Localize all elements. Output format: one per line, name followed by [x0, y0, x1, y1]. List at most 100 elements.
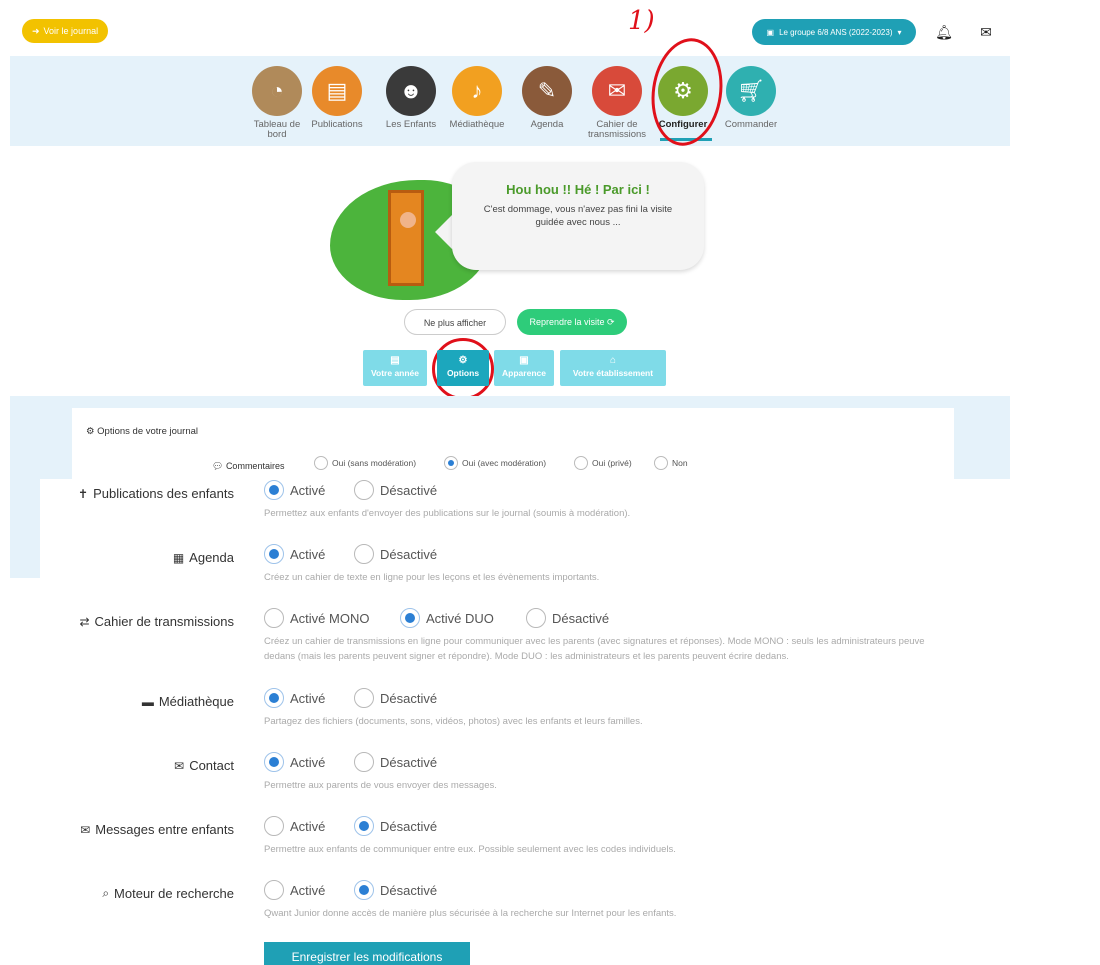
radio-circle[interactable]	[354, 544, 374, 564]
nav-item-cahier-de-transmissions[interactable]: ✉ Cahier de transmissions	[586, 66, 648, 140]
envelope-icon[interactable]: ✉	[976, 22, 996, 42]
child-illustration	[400, 212, 416, 228]
setting-option-label: Activé	[290, 882, 326, 898]
resume-tour-button[interactable]: Reprendre la visite ⟳	[517, 309, 627, 335]
setting-option[interactable]: Désactivé	[354, 480, 437, 500]
hide-tour-button[interactable]: Ne plus afficher	[404, 309, 506, 335]
nav-item-les-enfants[interactable]: ☻ Les Enfants	[380, 66, 442, 130]
setting-option[interactable]: Désactivé	[354, 544, 437, 564]
radio-circle[interactable]	[264, 752, 284, 772]
radio-circle[interactable]	[264, 880, 284, 900]
setting-option[interactable]: Désactivé	[354, 880, 437, 900]
setting-help-text: Qwant Junior donne accès de manière plus…	[264, 908, 677, 919]
setting-option[interactable]: Activé DUO	[400, 608, 494, 628]
exchange-icon: ⇄	[79, 614, 90, 629]
tab-label: Votre établissement	[572, 368, 654, 378]
tab-label: Votre année	[370, 368, 420, 378]
setting-help-text: Partagez des fichiers (documents, sons, …	[264, 716, 643, 727]
radio-circle[interactable]	[264, 544, 284, 564]
nav-item-publications[interactable]: ▤ Publications	[306, 66, 368, 130]
setting-option-label: Désactivé	[380, 818, 438, 834]
setting-help-text: Permettre aux parents de vous envoyer de…	[264, 780, 497, 791]
tab-votre-annee[interactable]: ▤ Votre année	[363, 350, 427, 386]
radio-circle[interactable]	[264, 816, 284, 836]
tab-apparence[interactable]: ▣ Apparence	[494, 350, 554, 386]
setting-label: ✉ Messages entre enfants	[80, 822, 234, 837]
briefcase-icon: ▬	[141, 694, 154, 709]
options-title: ⚙ Options de votre journal	[86, 426, 198, 437]
radio-circle[interactable]	[444, 456, 458, 470]
setting-option[interactable]: Activé	[264, 816, 325, 836]
tour-bubble: Hou hou !! Hé ! Par ici ! C'est dommage,…	[452, 162, 704, 270]
setting-option[interactable]: Activé	[264, 480, 325, 500]
setting-label-text: Contact	[189, 758, 234, 773]
search-icon: ⌕	[102, 886, 110, 900]
comments-option-label: Oui (avec modération)	[462, 458, 547, 468]
setting-help-text: Créez un cahier de texte en ligne pour l…	[264, 572, 600, 583]
radio-circle[interactable]	[400, 608, 420, 628]
comments-label: 💬︎ Commentaires	[212, 461, 284, 472]
comments-option[interactable]: Oui (privé)	[574, 456, 632, 470]
setting-option[interactable]: Activé	[264, 752, 325, 772]
radio-circle[interactable]	[354, 752, 374, 772]
radio-circle[interactable]	[354, 816, 374, 836]
dashboard-icon: ◔	[252, 66, 302, 116]
group-selector[interactable]: ▣ Le groupe 6/8 ANS (2022-2023) ▾	[752, 19, 916, 45]
cart-icon: 🛒︎	[726, 66, 776, 116]
setting-option[interactable]: Désactivé	[354, 816, 437, 836]
radio-circle[interactable]	[354, 480, 374, 500]
radio-circle[interactable]	[354, 688, 374, 708]
nav-label: Publications	[311, 119, 363, 130]
setting-label-text: Publications des enfants	[93, 486, 234, 501]
nav-item-tableau-de-bord[interactable]: ◔ Tableau de bord	[246, 66, 308, 140]
setting-option[interactable]: Activé MONO	[264, 608, 369, 628]
setting-help-text: Permettez aux enfants d'envoyer des publ…	[264, 508, 631, 519]
tab-votre-etablissement[interactable]: ⌂ Votre établissement	[560, 350, 666, 386]
bell-icon[interactable]: 🔔︎	[934, 22, 954, 42]
envelope-icon: ✉	[80, 822, 91, 837]
setting-option-label: Activé	[290, 690, 326, 706]
radio-circle[interactable]	[314, 456, 328, 470]
setting-option-label: Désactivé	[380, 754, 438, 770]
setting-option[interactable]: Désactivé	[526, 608, 609, 628]
radio-circle[interactable]	[574, 456, 588, 470]
setting-option[interactable]: Désactivé	[354, 752, 437, 772]
radio-circle[interactable]	[264, 608, 284, 628]
save-changes-button[interactable]: Enregistrer les modifications	[264, 942, 470, 965]
radio-circle[interactable]	[526, 608, 546, 628]
radio-circle[interactable]	[654, 456, 668, 470]
image-icon: ▣	[519, 355, 529, 366]
setting-label: ⇄ Cahier de transmissions	[79, 614, 234, 629]
radio-circle[interactable]	[354, 880, 374, 900]
comments-option-label: Oui (sans modération)	[332, 458, 417, 468]
nav-item-médiathèque[interactable]: ♪ Médiathèque	[446, 66, 508, 130]
setting-option[interactable]: Désactivé	[354, 688, 437, 708]
radio-circle[interactable]	[264, 480, 284, 500]
setting-option[interactable]: Activé	[264, 688, 325, 708]
setting-option-label: Désactivé	[380, 482, 438, 498]
setting-label: ▬ Médiathèque	[142, 694, 234, 709]
setting-option[interactable]: Activé	[264, 880, 325, 900]
options-title-text: Options de votre journal	[97, 426, 199, 437]
nav-item-agenda[interactable]: ✎ Agenda	[516, 66, 578, 130]
nav-label: Médiathèque	[449, 119, 505, 130]
radio-circle[interactable]	[264, 688, 284, 708]
media-icon: ♪	[452, 66, 502, 116]
comments-option[interactable]: Oui (sans modération)	[314, 456, 416, 470]
setting-option[interactable]: Activé	[264, 544, 325, 564]
nav-label: Les Enfants	[385, 119, 437, 130]
setting-option-label: Activé	[290, 818, 326, 834]
nav-item-commander[interactable]: 🛒︎ Commander	[720, 66, 782, 130]
setting-label-text: Agenda	[189, 550, 234, 565]
tab-label: Options	[446, 368, 480, 378]
comments-label-text: Commentaires	[225, 461, 285, 471]
back-to-journal-button[interactable]: ➜ Voir le journal	[22, 19, 109, 43]
comments-option[interactable]: Non	[654, 456, 688, 470]
tab-options[interactable]: ⚙ Options	[437, 350, 489, 386]
setting-option-label: Désactivé	[552, 610, 610, 626]
setting-help-text: Créez un cahier de transmissions en lign…	[264, 636, 925, 647]
calendar-icon: ▦	[172, 550, 185, 565]
comments-option[interactable]: Oui (avec modération)	[444, 456, 546, 470]
top-bar: ➜ Voir le journal ▣ Le groupe 6/8 ANS (2…	[0, 0, 1100, 56]
setting-label-text: Moteur de recherche	[114, 886, 234, 901]
